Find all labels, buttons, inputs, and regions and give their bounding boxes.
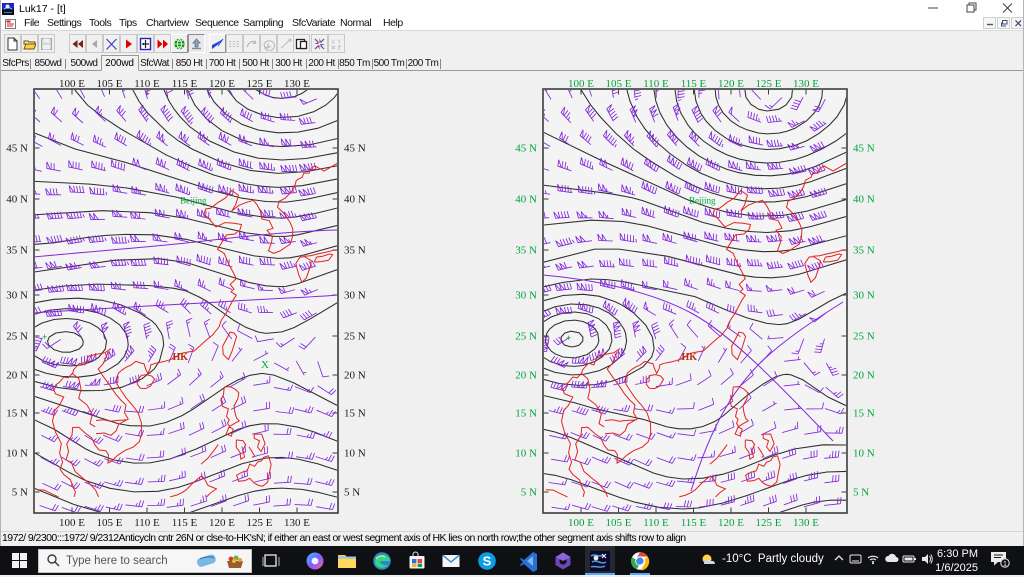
- svg-text:115 E: 115 E: [681, 78, 707, 90]
- svg-text:X Y: X Y: [331, 39, 342, 46]
- svg-text:130 E: 130 E: [793, 517, 819, 529]
- svg-text:100 E: 100 E: [59, 517, 85, 529]
- svg-text:120 E: 120 E: [718, 517, 744, 529]
- svg-text:45 N: 45 N: [853, 143, 875, 155]
- svg-text:115 E: 115 E: [172, 517, 198, 529]
- svg-text:+: +: [566, 333, 571, 343]
- svg-text:10 N: 10 N: [344, 448, 366, 460]
- svg-text:15 N: 15 N: [344, 408, 366, 420]
- svg-text:105 E: 105 E: [97, 78, 123, 90]
- svg-text:125 E: 125 E: [247, 517, 273, 529]
- svg-text:110 E: 110 E: [134, 78, 160, 90]
- svg-text:25 N: 25 N: [515, 331, 537, 343]
- svg-text:20 N: 20 N: [6, 370, 28, 382]
- svg-text:40 N: 40 N: [6, 194, 28, 206]
- svg-text:+: +: [42, 332, 47, 342]
- svg-text:5 N: 5 N: [521, 487, 537, 499]
- svg-text:25 N: 25 N: [344, 331, 366, 343]
- svg-text:110 E: 110 E: [643, 517, 669, 529]
- svg-text:120 E: 120 E: [718, 78, 744, 90]
- svg-text:25 N: 25 N: [6, 331, 28, 343]
- svg-text:35 N: 35 N: [344, 245, 366, 257]
- svg-text:30 N: 30 N: [6, 290, 28, 302]
- svg-text:HK: HK: [682, 352, 698, 363]
- svg-text:20 N: 20 N: [853, 370, 875, 382]
- svg-text:Beijing: Beijing: [689, 195, 716, 205]
- svg-text:5 N: 5 N: [344, 487, 360, 499]
- svg-text:20 N: 20 N: [515, 370, 537, 382]
- svg-text:100 E: 100 E: [59, 78, 85, 90]
- svg-text:X: X: [261, 359, 269, 371]
- svg-text:30 N: 30 N: [853, 290, 875, 302]
- svg-text:105 E: 105 E: [97, 517, 123, 529]
- svg-text:105 E: 105 E: [606, 78, 632, 90]
- svg-text:35 N: 35 N: [853, 245, 875, 257]
- svg-text:130 E: 130 E: [284, 78, 310, 90]
- svg-text:130 E: 130 E: [284, 517, 310, 529]
- svg-text:125 E: 125 E: [756, 78, 782, 90]
- svg-text:25 N: 25 N: [853, 331, 875, 343]
- svg-text:30 N: 30 N: [515, 290, 537, 302]
- svg-text:115 E: 115 E: [172, 78, 198, 90]
- svg-text:15 N: 15 N: [515, 408, 537, 420]
- svg-text:125 E: 125 E: [756, 517, 782, 529]
- svg-text:15 N: 15 N: [6, 408, 28, 420]
- svg-text:10 N: 10 N: [515, 448, 537, 460]
- svg-text:1: 1: [1003, 559, 1007, 568]
- svg-text:130 E: 130 E: [793, 78, 819, 90]
- svg-text:5 N: 5 N: [12, 487, 28, 499]
- svg-text:15 N: 15 N: [853, 408, 875, 420]
- svg-text:100 E: 100 E: [568, 517, 594, 529]
- svg-text:HK: HK: [173, 352, 189, 363]
- svg-text:30 N: 30 N: [344, 290, 366, 302]
- svg-text:45 N: 45 N: [6, 143, 28, 155]
- svg-text:105 E: 105 E: [606, 517, 632, 529]
- svg-text:120 E: 120 E: [209, 517, 235, 529]
- svg-text:40 N: 40 N: [853, 194, 875, 206]
- svg-text:10 N: 10 N: [853, 448, 875, 460]
- svg-text:100 E: 100 E: [568, 78, 594, 90]
- svg-text:45 N: 45 N: [344, 143, 366, 155]
- svg-text:5 N: 5 N: [853, 487, 869, 499]
- svg-text:Beijing: Beijing: [180, 195, 207, 205]
- svg-text:40 N: 40 N: [344, 194, 366, 206]
- svg-text:S: S: [483, 554, 492, 569]
- svg-text:110 E: 110 E: [134, 517, 160, 529]
- svg-text:110 E: 110 E: [643, 78, 669, 90]
- svg-text:120 E: 120 E: [209, 78, 235, 90]
- svg-text:40 N: 40 N: [515, 194, 537, 206]
- svg-text:10 N: 10 N: [6, 448, 28, 460]
- svg-text:35 N: 35 N: [515, 245, 537, 257]
- svg-text:125 E: 125 E: [247, 78, 273, 90]
- svg-text:35 N: 35 N: [6, 245, 28, 257]
- svg-text:115 E: 115 E: [681, 517, 707, 529]
- svg-text:45 N: 45 N: [515, 143, 537, 155]
- svg-text:20 N: 20 N: [344, 370, 366, 382]
